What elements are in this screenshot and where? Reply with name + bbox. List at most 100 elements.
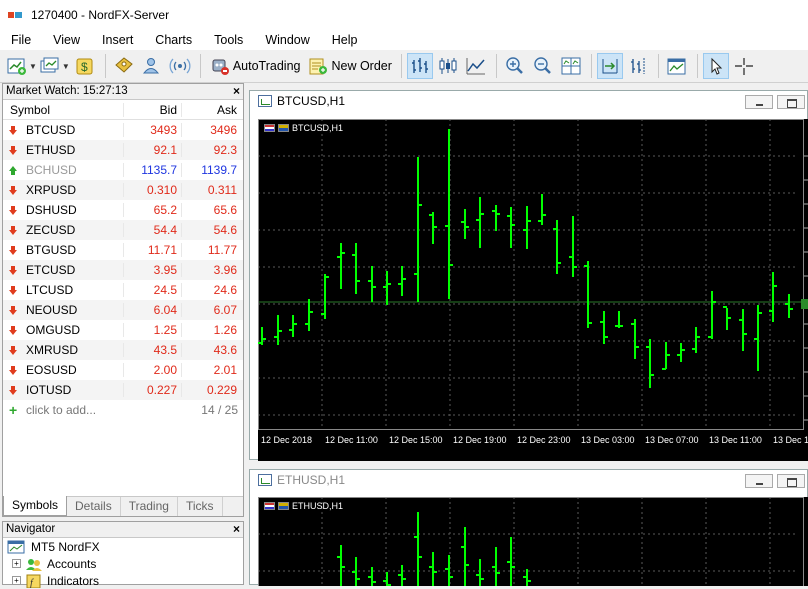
navigator-button[interactable] bbox=[139, 53, 165, 79]
time-axis-label: 13 Dec 03:00 bbox=[581, 435, 635, 445]
separator bbox=[590, 54, 592, 78]
ask-value: 92.3 bbox=[181, 143, 241, 157]
tab-symbols[interactable]: Symbols bbox=[3, 496, 68, 516]
maximize-button[interactable] bbox=[777, 95, 805, 109]
symbol-row[interactable]: ETHUSD 92.1 92.3 bbox=[3, 140, 243, 160]
symbol-row[interactable]: OMGUSD 1.25 1.26 bbox=[3, 320, 243, 340]
column-bid[interactable]: Bid bbox=[123, 102, 181, 117]
ask-value: 3.96 bbox=[181, 263, 241, 277]
symbol-row[interactable]: DSHUSD 65.2 65.6 bbox=[3, 200, 243, 220]
chevron-down-icon[interactable]: ▼ bbox=[62, 62, 70, 71]
crosshair-icon bbox=[734, 58, 753, 75]
price-bar bbox=[646, 339, 654, 388]
zoom-out-button[interactable] bbox=[530, 53, 556, 79]
price-arrow-icon bbox=[9, 285, 17, 295]
chart-window-ethusd[interactable]: ETHUSD,H1 ETHUSD,H1 bbox=[249, 469, 808, 586]
price-bar bbox=[414, 157, 422, 302]
price-bar bbox=[739, 309, 747, 351]
profiles-button[interactable]: ▼ bbox=[39, 53, 70, 79]
symbol-row[interactable]: NEOUSD 6.04 6.07 bbox=[3, 300, 243, 320]
tile-windows-button[interactable] bbox=[558, 53, 584, 79]
candlestick-button[interactable] bbox=[435, 53, 461, 79]
auto-scroll-button[interactable] bbox=[596, 53, 623, 79]
templates-button[interactable] bbox=[664, 53, 690, 79]
click-to-add-row[interactable]: + click to add... 14 / 25 bbox=[3, 400, 243, 420]
cursor-icon bbox=[711, 57, 723, 75]
symbol-row[interactable]: BCHUSD 1135.7 1139.7 bbox=[3, 160, 243, 180]
price-bar bbox=[383, 572, 391, 586]
nav-item-accounts[interactable]: + Accounts bbox=[3, 555, 243, 572]
symbol-row[interactable]: ZECUSD 54.4 54.6 bbox=[3, 220, 243, 240]
expand-icon[interactable]: + bbox=[12, 576, 21, 585]
column-ask[interactable]: Ask bbox=[181, 102, 241, 117]
price-bar bbox=[305, 299, 313, 331]
symbol-row[interactable]: XRPUSD 0.310 0.311 bbox=[3, 180, 243, 200]
maximize-button[interactable] bbox=[777, 474, 805, 488]
symbol-name: OMGUSD bbox=[26, 323, 80, 337]
tab-ticks[interactable]: Ticks bbox=[178, 497, 223, 516]
new-order-button[interactable]: New Order bbox=[304, 53, 395, 79]
market-watch-title: Market Watch: 15:27:13 bbox=[6, 85, 128, 97]
signals-button[interactable] bbox=[167, 53, 193, 79]
symbol-row[interactable]: BTGUSD 11.71 11.77 bbox=[3, 240, 243, 260]
symbol-row[interactable]: BTCUSD 3493 3496 bbox=[3, 120, 243, 140]
tab-details[interactable]: Details bbox=[67, 497, 121, 516]
close-icon[interactable]: × bbox=[233, 522, 240, 537]
minimize-button[interactable] bbox=[745, 474, 773, 488]
crosshair-button[interactable] bbox=[731, 53, 757, 79]
minimize-button[interactable] bbox=[745, 95, 773, 109]
price-arrow-icon bbox=[9, 365, 17, 375]
menu-window[interactable]: Window bbox=[254, 30, 320, 50]
price-arrow-icon bbox=[9, 185, 17, 195]
symbol-row[interactable]: ETCUSD 3.95 3.96 bbox=[3, 260, 243, 280]
bid-value: 92.1 bbox=[123, 143, 181, 157]
cursor-button[interactable] bbox=[702, 53, 729, 79]
ask-value: 43.6 bbox=[181, 343, 241, 357]
chart-window-header: BTCUSD,H1 bbox=[250, 91, 807, 111]
market-watch-button[interactable]: $ bbox=[72, 53, 98, 79]
price-arrow-icon bbox=[9, 245, 17, 255]
current-price-marker bbox=[801, 299, 808, 309]
autotrading-button[interactable]: AutoTrading bbox=[206, 53, 305, 79]
new-chart-button[interactable]: ▼ bbox=[6, 53, 37, 79]
accounts-icon bbox=[26, 558, 42, 571]
nav-item-mt5[interactable]: MT5 NordFX bbox=[3, 538, 243, 555]
price-bar bbox=[538, 194, 546, 225]
line-chart-button[interactable] bbox=[463, 53, 489, 79]
chart-shift-button[interactable] bbox=[625, 53, 651, 79]
symbol-row[interactable]: EOSUSD 2.00 2.01 bbox=[3, 360, 243, 380]
menu-view[interactable]: View bbox=[42, 30, 91, 50]
menu-file[interactable]: File bbox=[0, 30, 42, 50]
bid-value: 43.5 bbox=[123, 343, 181, 357]
menu-help[interactable]: Help bbox=[321, 30, 369, 50]
chart-window-btcusd[interactable]: BTCUSD,H1 BTCUSD,H1 12 Dec 2018 12 Dec 1… bbox=[249, 90, 808, 461]
menu-insert[interactable]: Insert bbox=[91, 30, 144, 50]
price-bar bbox=[492, 205, 500, 231]
menu-tools[interactable]: Tools bbox=[203, 30, 254, 50]
time-axis-label: 12 Dec 19:00 bbox=[453, 435, 507, 445]
autotrading-icon bbox=[212, 59, 229, 75]
expand-icon[interactable]: + bbox=[12, 559, 21, 568]
column-symbol[interactable]: Symbol bbox=[3, 103, 123, 117]
price-arrow-icon bbox=[9, 205, 17, 215]
bar-chart-button[interactable] bbox=[406, 53, 433, 79]
symbol-row[interactable]: IOTUSD 0.227 0.229 bbox=[3, 380, 243, 400]
price-bar bbox=[258, 327, 266, 345]
ask-value: 3496 bbox=[181, 123, 241, 137]
zoom-in-button[interactable] bbox=[502, 53, 528, 79]
price-chart[interactable] bbox=[258, 119, 808, 461]
tab-trading[interactable]: Trading bbox=[121, 497, 178, 516]
menu-charts[interactable]: Charts bbox=[144, 30, 203, 50]
chart-shift-icon bbox=[630, 58, 645, 74]
symbol-row[interactable]: LTCUSD 24.5 24.6 bbox=[3, 280, 243, 300]
chart-canvas[interactable]: BTCUSD,H1 12 Dec 2018 12 Dec 11:00 12 De… bbox=[258, 119, 808, 461]
ask-value: 0.311 bbox=[181, 183, 241, 197]
symbol-row[interactable]: XMRUSD 43.5 43.6 bbox=[3, 340, 243, 360]
data-window-button[interactable] bbox=[111, 53, 137, 79]
nav-item-indicators[interactable]: + f Indicators bbox=[3, 572, 243, 589]
chart-canvas[interactable]: ETHUSD,H1 bbox=[258, 497, 808, 586]
ask-value: 0.229 bbox=[181, 383, 241, 397]
chevron-down-icon[interactable]: ▼ bbox=[29, 62, 37, 71]
close-icon[interactable]: × bbox=[233, 84, 240, 99]
symbol-name: ZECUSD bbox=[26, 223, 76, 237]
